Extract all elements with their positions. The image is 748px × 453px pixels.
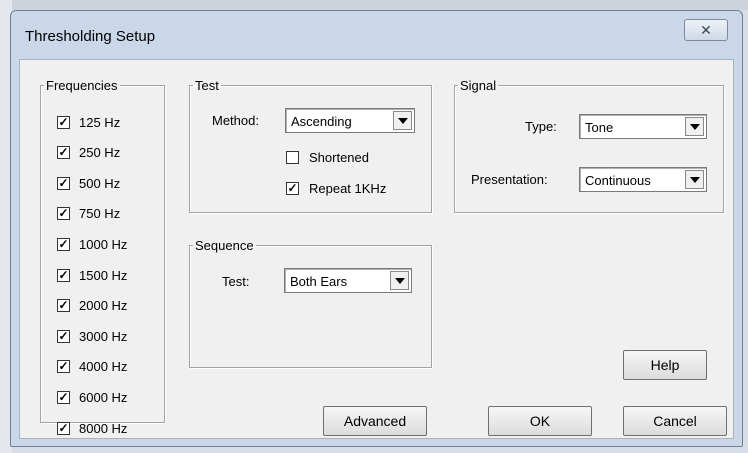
presentation-value: Continuous <box>585 173 651 188</box>
frequency-checkbox[interactable]: ✓ <box>57 268 70 282</box>
frequency-option[interactable]: ✓ 1500 Hz <box>57 266 127 284</box>
shortened-label: Shortened <box>309 150 369 165</box>
cancel-button[interactable]: Cancel <box>623 406 727 436</box>
frequency-checkbox[interactable]: ✓ <box>57 237 70 251</box>
method-value: Ascending <box>291 114 352 129</box>
frequency-checkbox[interactable]: ✓ <box>57 329 70 343</box>
sequence-test-select[interactable]: Both Ears <box>284 268 412 293</box>
ok-button[interactable]: OK <box>488 406 592 436</box>
presentation-label: Presentation: <box>471 172 548 187</box>
frequency-checkbox[interactable]: ✓ <box>57 360 70 374</box>
presentation-select[interactable]: Continuous <box>579 167 707 192</box>
frequency-option[interactable]: ✓ 8000 Hz <box>57 419 127 437</box>
chevron-down-icon[interactable] <box>390 271 409 290</box>
sequence-test-value: Both Ears <box>290 274 348 289</box>
frequency-option[interactable]: ✓ 500 Hz <box>57 174 120 192</box>
chevron-down-icon[interactable] <box>685 117 704 136</box>
frequency-checkbox[interactable]: ✓ <box>57 146 70 160</box>
chevron-down-icon[interactable] <box>393 111 412 130</box>
background-window-strip <box>0 0 748 10</box>
frequency-label: 8000 Hz <box>79 420 128 436</box>
close-icon: ✕ <box>700 22 712 38</box>
repeat-1khz-checkbox[interactable]: ✓ <box>286 182 299 195</box>
frequency-label: 1000 Hz <box>79 236 128 252</box>
test-legend: Test <box>195 78 219 93</box>
repeat-1khz-option[interactable]: ✓ Repeat 1KHz <box>286 181 386 196</box>
frequency-label: 750 Hz <box>79 206 121 222</box>
frequency-checkbox[interactable]: ✓ <box>57 115 70 129</box>
frequency-checkbox[interactable]: ✓ <box>57 176 70 190</box>
signal-type-value: Tone <box>585 120 614 135</box>
frequency-label: 250 Hz <box>79 145 121 161</box>
test-group: Test Method: Ascending Shortened ✓ Repea… <box>189 78 432 213</box>
frequency-option[interactable]: ✓ 4000 Hz <box>57 358 127 376</box>
thresholding-setup-dialog: Thresholding Setup ✕ Frequencies ✓ 125 Hz… <box>10 10 743 447</box>
help-button[interactable]: Help <box>623 350 707 380</box>
repeat-1khz-label: Repeat 1KHz <box>309 181 387 196</box>
frequency-option[interactable]: ✓ 750 Hz <box>57 205 120 223</box>
frequency-label: 6000 Hz <box>79 389 128 405</box>
shortened-option[interactable]: Shortened <box>286 150 369 165</box>
frequency-label: 3000 Hz <box>79 328 128 344</box>
frequency-label: 125 Hz <box>79 114 121 130</box>
frequency-option[interactable]: ✓ 250 Hz <box>57 144 120 162</box>
advanced-button[interactable]: Advanced <box>323 406 427 436</box>
method-label: Method: <box>212 113 259 128</box>
close-button[interactable]: ✕ <box>684 19 728 41</box>
frequency-option[interactable]: ✓ 125 Hz <box>57 113 120 131</box>
frequency-option[interactable]: ✓ 3000 Hz <box>57 327 127 345</box>
frequency-option[interactable]: ✓ 2000 Hz <box>57 297 127 315</box>
frequency-checkbox[interactable]: ✓ <box>57 299 70 313</box>
frequency-label: 1500 Hz <box>79 267 128 283</box>
chevron-down-icon[interactable] <box>685 170 704 189</box>
signal-group: Signal Type: Tone Presentation: Continuo… <box>454 78 724 213</box>
frequency-option[interactable]: ✓ 1000 Hz <box>57 235 127 253</box>
sequence-group: Sequence Test: Both Ears <box>189 238 432 368</box>
frequency-checkbox[interactable]: ✓ <box>57 421 70 435</box>
method-select[interactable]: Ascending <box>285 108 415 133</box>
title-bar[interactable]: Thresholding Setup ✕ <box>11 11 742 59</box>
frequency-option[interactable]: ✓ 6000 Hz <box>57 388 127 406</box>
signal-type-select[interactable]: Tone <box>579 114 707 139</box>
frequencies-legend: Frequencies <box>46 78 118 93</box>
sequence-test-label: Test: <box>222 274 250 289</box>
frequency-checkbox[interactable]: ✓ <box>57 207 70 221</box>
signal-type-label: Type: <box>525 119 557 134</box>
frequencies-group: Frequencies ✓ 125 Hz ✓ 250 Hz ✓ 500 Hz ✓ 750 Hz… <box>40 78 165 436</box>
frequency-checkbox[interactable]: ✓ <box>57 390 70 404</box>
dialog-title: Thresholding Setup <box>25 28 156 45</box>
dialog-client-area: Frequencies ✓ 125 Hz ✓ 250 Hz ✓ 500 Hz ✓ 750 Hz… <box>19 59 734 439</box>
signal-legend: Signal <box>460 78 497 93</box>
sequence-legend: Sequence <box>195 238 254 253</box>
frequency-label: 4000 Hz <box>79 359 128 375</box>
shortened-checkbox[interactable] <box>286 151 299 164</box>
frequency-label: 500 Hz <box>79 175 121 191</box>
frequency-label: 2000 Hz <box>79 298 128 314</box>
